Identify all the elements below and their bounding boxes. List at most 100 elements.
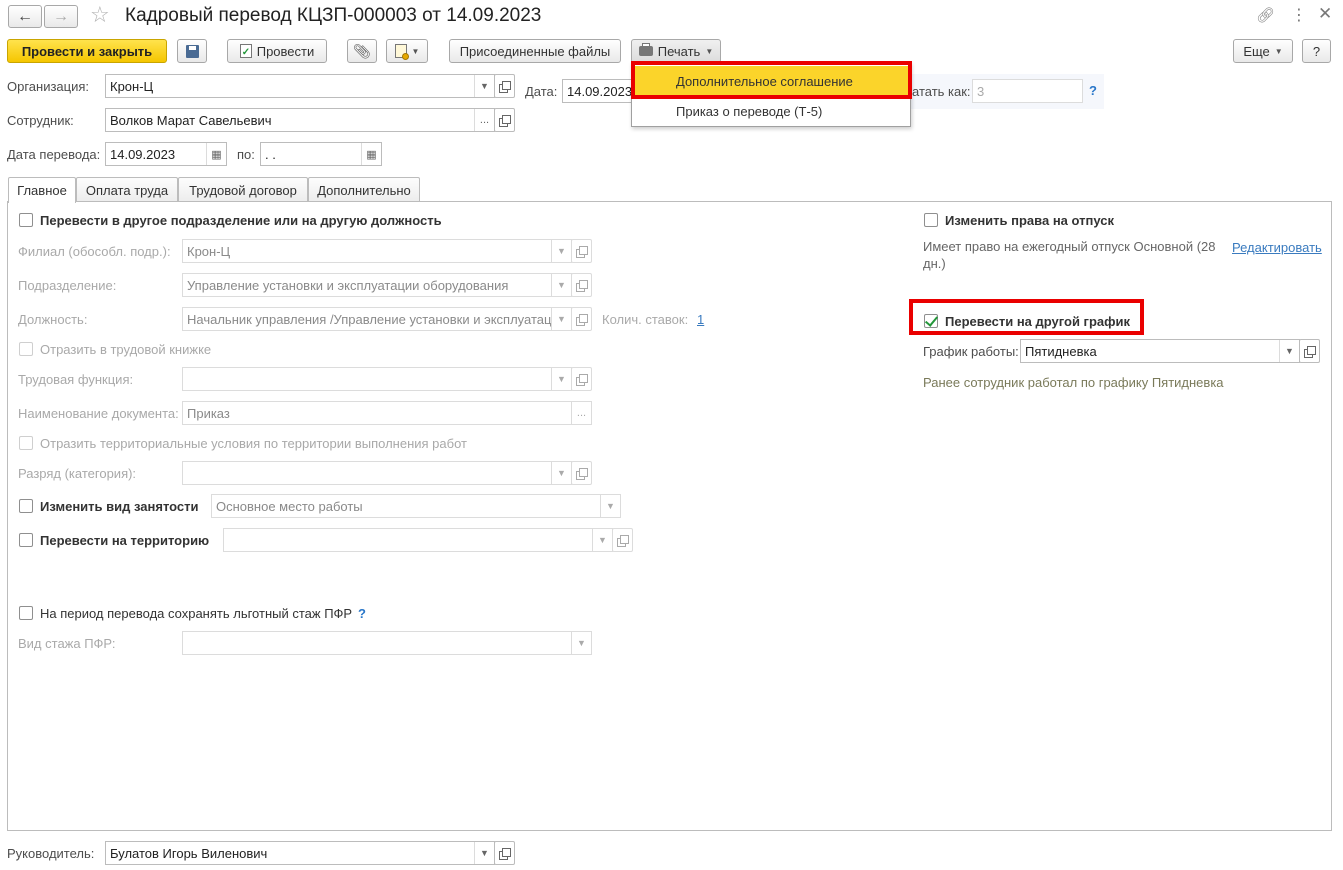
transfer-dept-checkbox[interactable] xyxy=(19,213,33,227)
transfer-date-field[interactable]: 14.09.2023 ▦ xyxy=(105,142,227,166)
vacation-rights-checkbox[interactable] xyxy=(924,213,938,227)
print-as-help-icon[interactable]: ? xyxy=(1089,83,1097,98)
more-button[interactable]: Еще ▼ xyxy=(1233,39,1293,63)
pfr-keep-checkbox[interactable] xyxy=(19,606,33,620)
open-icon xyxy=(576,279,588,292)
open-grade-button[interactable] xyxy=(571,461,592,485)
open-labor-function-button[interactable] xyxy=(571,367,592,391)
position-label: Должность: xyxy=(18,312,88,327)
document-gear-icon xyxy=(394,44,409,60)
edit-vacation-link[interactable]: Редактировать xyxy=(1232,240,1322,255)
dropdown-icon[interactable]: ▼ xyxy=(551,462,571,484)
open-icon xyxy=(576,373,588,386)
reflect-book-label: Отразить в трудовой книжке xyxy=(40,342,212,357)
employment-type-checkbox[interactable] xyxy=(19,499,33,513)
link-icon[interactable]: 🔗︎ xyxy=(1256,6,1275,24)
save-button[interactable] xyxy=(177,39,207,63)
doc-name-field[interactable]: Приказ ... xyxy=(182,401,592,425)
forward-button[interactable]: → xyxy=(44,5,78,28)
attach-button[interactable]: 📎︎ xyxy=(347,39,377,63)
dropdown-icon[interactable]: ▼ xyxy=(592,529,612,551)
open-org-button[interactable] xyxy=(494,74,515,98)
dropdown-icon[interactable]: ▼ xyxy=(571,632,591,654)
territorial-label: Отразить территориальные условия по терр… xyxy=(40,436,467,451)
labor-function-field[interactable]: ▼ xyxy=(182,367,572,391)
more-vertical-icon[interactable]: ⋮ xyxy=(1291,5,1307,25)
open-territory-button[interactable] xyxy=(612,528,633,552)
dropdown-icon[interactable]: ▼ xyxy=(551,240,571,262)
open-icon xyxy=(499,847,511,860)
tab-labor-contract[interactable]: Трудовой договор xyxy=(178,177,308,202)
org-field[interactable]: Крон-Ц ▼ xyxy=(105,74,495,98)
chevron-down-icon: ▼ xyxy=(411,46,420,56)
open-position-button[interactable] xyxy=(571,307,592,331)
page-title: Кадровый перевод КЦЗП-000003 от 14.09.20… xyxy=(125,5,542,26)
to-date-field[interactable]: . . ▦ xyxy=(260,142,382,166)
pfr-help-icon[interactable]: ? xyxy=(358,606,366,621)
open-dept-button[interactable] xyxy=(571,273,592,297)
print-button[interactable]: Печать ▼ xyxy=(631,39,721,63)
vacation-info-text: Имеет право на ежегодный отпуск Основной… xyxy=(923,239,1216,271)
pfr-type-label: Вид стажа ПФР: xyxy=(18,636,116,651)
tab-additional[interactable]: Дополнительно xyxy=(308,177,420,202)
attached-files-button[interactable]: Присоединенные файлы xyxy=(449,39,621,63)
print-as-field[interactable]: 3 xyxy=(972,79,1083,103)
close-icon[interactable]: ✕ xyxy=(1318,4,1332,24)
territory-checkbox[interactable] xyxy=(19,533,33,547)
position-field[interactable]: Начальник управления /Управление установ… xyxy=(182,307,572,331)
employment-type-label: Изменить вид занятости xyxy=(40,499,199,514)
reflect-book-checkbox[interactable] xyxy=(19,342,33,356)
printer-icon xyxy=(638,43,653,56)
post-and-close-button[interactable]: Провести и закрыть xyxy=(7,39,167,63)
dropdown-icon[interactable]: ▼ xyxy=(600,495,620,517)
paperclip-icon: 📎︎ xyxy=(353,42,371,59)
help-button[interactable]: ? xyxy=(1302,39,1331,63)
rates-link[interactable]: 1 xyxy=(697,312,704,327)
territory-field[interactable]: ▼ xyxy=(223,528,613,552)
dropdown-icon[interactable]: ▼ xyxy=(551,274,571,296)
back-button[interactable]: ← xyxy=(8,5,42,28)
post-button[interactable]: ✓ Провести xyxy=(227,39,327,63)
employment-type-field[interactable]: Основное место работы ▼ xyxy=(211,494,621,518)
pfr-type-field[interactable]: ▼ xyxy=(182,631,592,655)
post-document-icon: ✓ xyxy=(239,44,252,58)
calendar-icon[interactable]: ▦ xyxy=(206,143,226,165)
date-field[interactable]: 14.09.2023 xyxy=(562,79,637,103)
transfer-date-label: Дата перевода: xyxy=(7,147,101,162)
tab-main[interactable]: Главное xyxy=(8,177,76,203)
select-dots-icon[interactable]: ... xyxy=(474,109,494,131)
dropdown-icon[interactable]: ▼ xyxy=(551,368,571,390)
employee-field[interactable]: Волков Марат Савельевич ... xyxy=(105,108,495,132)
org-label: Организация: xyxy=(7,79,90,94)
favorite-star-icon[interactable]: ☆ xyxy=(90,2,110,28)
labor-function-label: Трудовая функция: xyxy=(18,372,134,387)
work-schedule-label: График работы: xyxy=(923,344,1019,359)
territory-label: Перевести на территорию xyxy=(40,533,210,548)
dropdown-icon[interactable]: ▼ xyxy=(474,842,494,864)
calendar-icon[interactable]: ▦ xyxy=(361,143,381,165)
highlight-frame-schedule xyxy=(909,299,1144,335)
dropdown-icon[interactable]: ▼ xyxy=(1279,340,1299,362)
dept-field[interactable]: Управление установки и эксплуатации обор… xyxy=(182,273,572,297)
manager-field[interactable]: Булатов Игорь Виленович ▼ xyxy=(105,841,495,865)
tab-payment[interactable]: Оплата труда xyxy=(76,177,178,202)
menu-item-transfer-order[interactable]: Приказ о переводе (Т-5) xyxy=(632,96,910,126)
open-manager-button[interactable] xyxy=(494,841,515,865)
dropdown-icon[interactable]: ▼ xyxy=(474,75,494,97)
arrow-right-icon: → xyxy=(53,7,69,25)
open-schedule-button[interactable] xyxy=(1299,339,1320,363)
work-schedule-field[interactable]: Пятидневка ▼ xyxy=(1020,339,1300,363)
chevron-down-icon: ▼ xyxy=(705,46,714,56)
chevron-down-icon: ▼ xyxy=(1274,46,1283,56)
open-employee-button[interactable] xyxy=(494,108,515,132)
grade-field[interactable]: ▼ xyxy=(182,461,572,485)
arrow-left-icon: ← xyxy=(17,7,33,25)
open-branch-button[interactable] xyxy=(571,239,592,263)
branch-label: Филиал (обособл. подр.): xyxy=(18,244,171,259)
territorial-checkbox[interactable] xyxy=(19,436,33,450)
open-icon xyxy=(617,534,629,547)
dropdown-icon[interactable]: ▼ xyxy=(551,308,571,330)
create-based-on-button[interactable]: ▼ xyxy=(386,39,428,63)
select-dots-icon[interactable]: ... xyxy=(571,402,591,424)
branch-field[interactable]: Крон-Ц ▼ xyxy=(182,239,572,263)
